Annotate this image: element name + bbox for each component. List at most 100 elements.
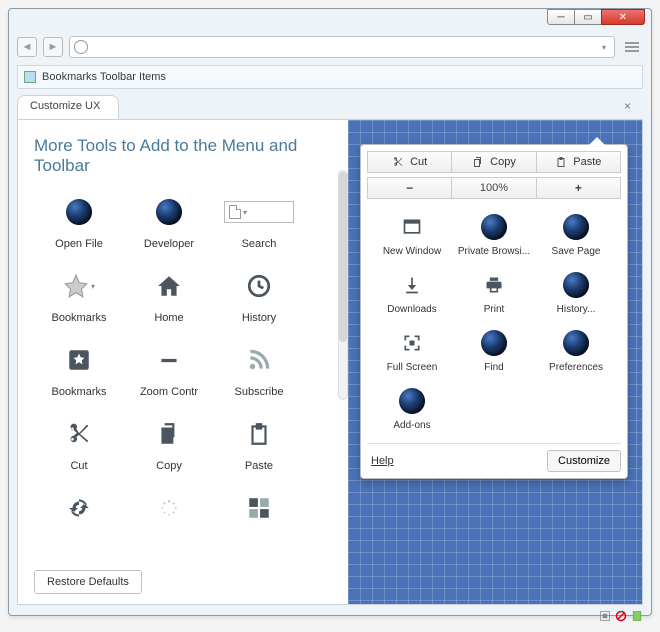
minus-icon [156,347,182,373]
tool-label: Copy [156,460,182,472]
sphere-icon [66,199,92,225]
tool-label: Home [154,312,183,324]
spinner-icon [160,499,178,517]
tool-item[interactable]: Cut [34,416,124,472]
sync-icon [66,495,92,521]
fullscreen-icon [402,333,422,353]
panel-item[interactable]: Downloads [371,271,453,315]
window-controls: ─ ▭ ✕ [548,9,645,25]
zoom-value: 100% [452,177,536,199]
tab-close-button[interactable]: × [624,99,631,113]
tool-item[interactable]: ▾ Search [214,194,304,250]
tool-label: Search [242,238,277,250]
globe-icon [74,40,88,54]
zoom-in-button[interactable]: + [537,177,621,199]
zoom-row: − 100% + [367,177,621,199]
panel-item-label: Find [484,362,503,373]
tool-label: Developer [144,238,194,250]
status-icon-1[interactable] [599,610,611,622]
status-icon-2[interactable] [615,610,627,622]
panel-item-label: Save Page [552,246,601,257]
panel-item[interactable]: Save Page [535,213,617,257]
palette-scrollbar[interactable] [338,170,348,400]
tool-item[interactable]: Open File [34,194,124,250]
edit-row: Cut Copy Paste [367,151,621,173]
tool-item[interactable]: Home [124,268,214,324]
panel-item[interactable]: Add-ons [371,387,453,431]
status-icon-3[interactable] [631,610,643,622]
tab-label: Customize UX [30,100,100,112]
back-button[interactable]: ◄ [17,37,37,57]
panel-item[interactable]: Full Screen [371,329,453,373]
sphere-icon [156,199,182,225]
tiles-icon [246,495,272,521]
forward-button[interactable]: ► [43,37,63,57]
scrollbar-thumb[interactable] [339,172,347,342]
window-icon [402,217,422,237]
tools-palette: More Tools to Add to the Menu and Toolba… [18,120,348,604]
nav-toolbar: ◄ ► ▾ [17,33,643,61]
close-button[interactable]: ✕ [601,9,645,25]
tool-item[interactable] [214,490,304,534]
panel-item-label: Full Screen [387,362,438,373]
bookmarks-toolbar-label: Bookmarks Toolbar Items [42,71,166,83]
tool-item[interactable]: History [214,268,304,324]
panel-item-label: Add-ons [393,420,430,431]
tool-label: Bookmarks [51,312,106,324]
clipboard-icon [246,421,272,447]
tab-strip: Customize UX × [17,93,643,119]
help-link[interactable]: Help [371,455,394,467]
tool-item[interactable] [124,490,214,534]
sphere-icon [563,330,589,356]
bookmarks-toolbar-icon [24,71,36,83]
print-icon [484,275,504,295]
panel-item-label: History... [557,304,596,315]
sphere-icon [563,214,589,240]
tool-item[interactable]: ▾Bookmarks [34,268,124,324]
url-dropdown-icon[interactable]: ▾ [598,43,610,52]
tool-item[interactable]: Subscribe [214,342,304,398]
maximize-button[interactable]: ▭ [574,9,602,25]
tool-label: Paste [245,460,273,472]
panel-item[interactable]: Preferences [535,329,617,373]
main-area: More Tools to Add to the Menu and Toolba… [17,119,643,605]
copy-button[interactable]: Copy [452,151,536,173]
panel-item[interactable]: New Window [371,213,453,257]
zoom-out-button[interactable]: − [367,177,452,199]
customize-button[interactable]: Customize [547,450,621,472]
hamburger-menu-button[interactable] [621,36,643,58]
paste-button[interactable]: Paste [537,151,621,173]
app-window: ─ ▭ ✕ ◄ ► ▾ Bookmarks Toolbar Items Cust… [8,8,652,616]
tool-item[interactable]: Paste [214,416,304,472]
copy-icon [156,421,182,447]
restore-defaults-button[interactable]: Restore Defaults [34,570,142,594]
tool-label: Open File [55,238,103,250]
panel-item-label: Downloads [387,304,436,315]
tool-item[interactable]: Copy [124,416,214,472]
clipboard-icon [555,156,567,168]
tab-customize-ux[interactable]: Customize UX [17,95,119,119]
tool-item[interactable]: Zoom Contr [124,342,214,398]
panel-item[interactable]: Find [453,329,535,373]
panel-item[interactable]: Print [453,271,535,315]
panel-item[interactable]: Private Browsi... [453,213,535,257]
tool-label: Cut [70,460,87,472]
clock-icon [246,273,272,299]
rss-icon [246,347,272,373]
minimize-button[interactable]: ─ [547,9,575,25]
search-field-icon: ▾ [224,201,294,223]
copy-icon [472,156,484,168]
tool-label: History [242,312,276,324]
sphere-icon [481,330,507,356]
title-bar: ─ ▭ ✕ [9,9,651,31]
tool-item[interactable]: Bookmarks [34,342,124,398]
panel-item[interactable]: History... [535,271,617,315]
panel-item-label: Private Browsi... [458,246,530,257]
cut-button[interactable]: Cut [367,151,452,173]
tool-item[interactable] [34,490,124,534]
tool-label: Zoom Contr [140,386,198,398]
download-icon [402,275,422,295]
tool-item[interactable]: Developer [124,194,214,250]
url-bar[interactable]: ▾ [69,36,615,58]
bookmarks-toolbar[interactable]: Bookmarks Toolbar Items [17,65,643,89]
